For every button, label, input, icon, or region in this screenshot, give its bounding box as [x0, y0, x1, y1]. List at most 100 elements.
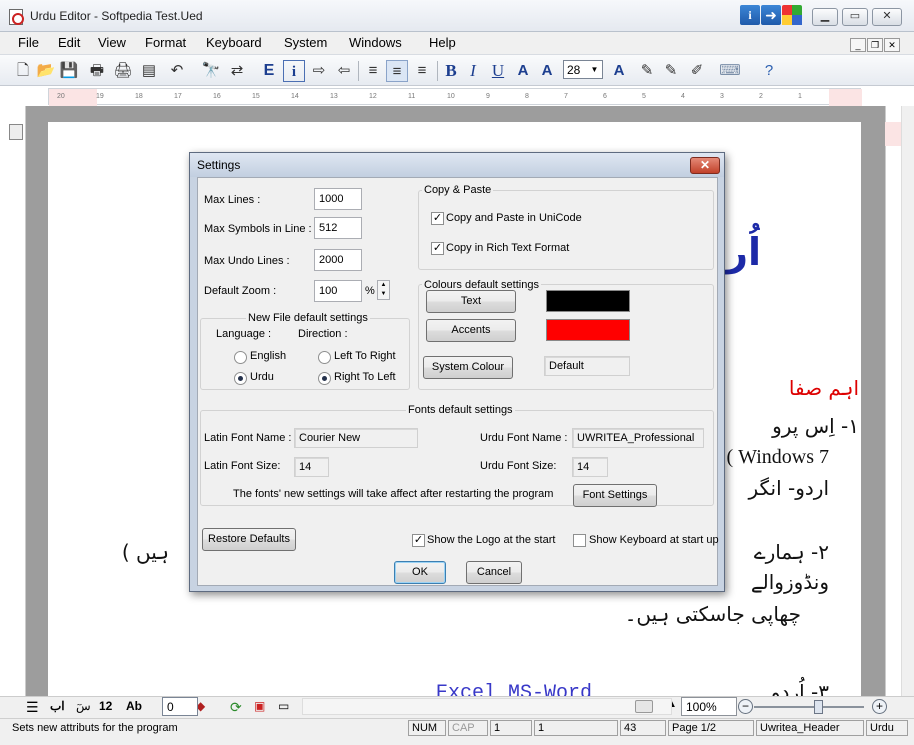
status-cap: CAP	[448, 720, 488, 736]
save-icon[interactable]: 💾	[58, 60, 80, 82]
urdu-radio[interactable]	[234, 372, 247, 385]
page-setup-icon[interactable]: ▤	[138, 60, 160, 82]
undo-icon[interactable]: ↶	[166, 60, 188, 82]
urdu-letter-button[interactable]: سٓ	[76, 699, 91, 713]
find-icon[interactable]: 🔭	[200, 60, 222, 82]
zoom-slider[interactable]	[754, 706, 864, 708]
minimize-button[interactable]: ▁	[812, 8, 838, 26]
default-zoom-input[interactable]: 100	[314, 280, 362, 302]
menu-help[interactable]: Help	[429, 35, 456, 50]
menu-view[interactable]: View	[98, 35, 126, 50]
horizontal-scrollbar[interactable]	[302, 698, 672, 715]
max-undo-input[interactable]: 2000	[314, 249, 362, 271]
urdu-font-name-value: UWRITEA_Professional	[572, 428, 704, 448]
new-file-icon[interactable]: 🗋	[12, 60, 34, 82]
font-size-select[interactable]: 28 ▼	[563, 60, 603, 79]
back-arrow-icon[interactable]: ➜	[761, 5, 781, 25]
zoom-in-icon[interactable]: +	[872, 699, 887, 714]
fonts-title: Fonts default settings	[406, 404, 515, 416]
vertical-ruler-margin	[885, 122, 901, 146]
doc-red-line: اہم صفا	[788, 376, 859, 400]
restore-defaults-button[interactable]: Restore Defaults	[202, 528, 296, 551]
align-right-icon[interactable]: ≡	[411, 60, 433, 82]
menu-keyboard[interactable]: Keyboard	[206, 35, 262, 50]
image-icon[interactable]: ▣	[254, 699, 265, 713]
max-symbols-input[interactable]: 512	[314, 217, 362, 239]
maximize-button[interactable]: ▭	[842, 8, 868, 26]
refresh-icon[interactable]: ⟳	[230, 699, 242, 716]
english-radio[interactable]	[234, 351, 247, 364]
copy-rtf-checkbox[interactable]: ✓	[431, 242, 444, 255]
accents-color-button[interactable]: Accents	[426, 319, 516, 342]
ab-button[interactable]: Ab	[126, 699, 142, 713]
zoom-level: 100%	[681, 697, 737, 716]
system-colour-button[interactable]: System Colour	[423, 356, 513, 379]
left-rail	[0, 106, 26, 696]
font-settings-button[interactable]: Font Settings	[573, 484, 657, 507]
info-icon[interactable]: i	[740, 5, 760, 25]
menu-bar: File Edit View Format Keyboard System Wi…	[0, 32, 914, 54]
info-text-icon[interactable]: i	[283, 60, 305, 82]
rtl-radio[interactable]	[318, 372, 331, 385]
rail-thumb[interactable]	[9, 124, 23, 140]
menu-file[interactable]: File	[18, 35, 39, 50]
draw-icon[interactable]: ✐	[686, 60, 708, 82]
copy-unicode-checkbox[interactable]: ✓	[431, 212, 444, 225]
vertical-ruler[interactable]	[885, 106, 901, 696]
close-button[interactable]: ✕	[872, 8, 902, 26]
urdu-ab-button[interactable]: اب	[50, 699, 65, 713]
align-left-icon[interactable]: ≡	[362, 60, 384, 82]
doc-restore-button[interactable]: ❐	[867, 38, 883, 52]
ruler-tick-label: 14	[291, 93, 299, 100]
scroll-thumb[interactable]	[635, 700, 653, 713]
list-icon[interactable]: ☰	[26, 699, 39, 716]
ok-button[interactable]: OK	[394, 561, 446, 584]
menu-edit[interactable]: Edit	[58, 35, 80, 50]
doc-minimize-button[interactable]: _	[850, 38, 866, 52]
menu-system[interactable]: System	[284, 35, 327, 50]
highlight-pen-icon[interactable]: ✎	[636, 60, 658, 82]
horizontal-ruler[interactable]: 20 19 18 17 16 15 14 13 12 11 10 9 8 7 6 5 4 3 2 1	[48, 88, 862, 106]
ruler-tick-label: 1	[798, 93, 802, 100]
print-icon[interactable]: 🖶	[86, 60, 108, 82]
keyboard-icon[interactable]: ⌨	[711, 60, 749, 82]
left-arrow-icon[interactable]: ⇦	[333, 60, 355, 82]
copy-paste-title: Copy & Paste	[422, 184, 494, 196]
bold-button[interactable]: B	[440, 60, 462, 82]
e-icon[interactable]: E	[258, 60, 280, 82]
text-color-button[interactable]: Text	[426, 290, 516, 313]
zoom-out-icon[interactable]: −	[738, 699, 753, 714]
font-grow-icon[interactable]: A	[512, 60, 534, 82]
font-size-12-button[interactable]: 12	[99, 699, 112, 713]
right-arrow-icon[interactable]: ⇨	[308, 60, 330, 82]
help-icon[interactable]: ?	[758, 60, 780, 82]
menu-format[interactable]: Format	[145, 35, 186, 50]
frame-icon[interactable]: ▭	[278, 699, 289, 713]
ruler-tick-label: 17	[174, 93, 182, 100]
font-color-icon[interactable]: A	[608, 60, 630, 82]
accent-pen-icon[interactable]: ✎	[660, 60, 682, 82]
vertical-scrollbar[interactable]	[901, 106, 914, 696]
show-keyboard-checkbox[interactable]	[573, 534, 586, 547]
font-shrink-icon[interactable]: A	[536, 60, 558, 82]
menu-windows[interactable]: Windows	[349, 35, 402, 50]
italic-button[interactable]: I	[462, 60, 484, 82]
doc-close-button[interactable]: ✕	[884, 38, 900, 52]
color-grid-icon[interactable]	[782, 5, 802, 25]
ltr-radio[interactable]	[318, 351, 331, 364]
replace-icon[interactable]: ⇄	[226, 60, 248, 82]
align-center-icon[interactable]: ≡	[386, 60, 408, 82]
zoom-slider-knob[interactable]	[814, 700, 823, 714]
underline-button[interactable]: U	[487, 60, 509, 82]
zoom-input[interactable]: 0	[162, 697, 198, 716]
doc-line-6: چھاپی جاسکتی ہیں۔	[624, 602, 801, 626]
open-folder-icon[interactable]: 📂	[35, 60, 57, 82]
print-preview-icon[interactable]: 🖨	[112, 60, 134, 82]
dialog-close-button[interactable]: ✕	[690, 157, 720, 174]
max-lines-input[interactable]: 1000	[314, 188, 362, 210]
cancel-button[interactable]: Cancel	[466, 561, 522, 584]
show-logo-checkbox[interactable]: ✓	[412, 534, 425, 547]
dialog-title-bar[interactable]: Settings ✕	[190, 153, 724, 177]
doc-line-4b: ہیں )	[121, 540, 169, 564]
zoom-spinner[interactable]: ▲ ▼	[377, 280, 390, 300]
